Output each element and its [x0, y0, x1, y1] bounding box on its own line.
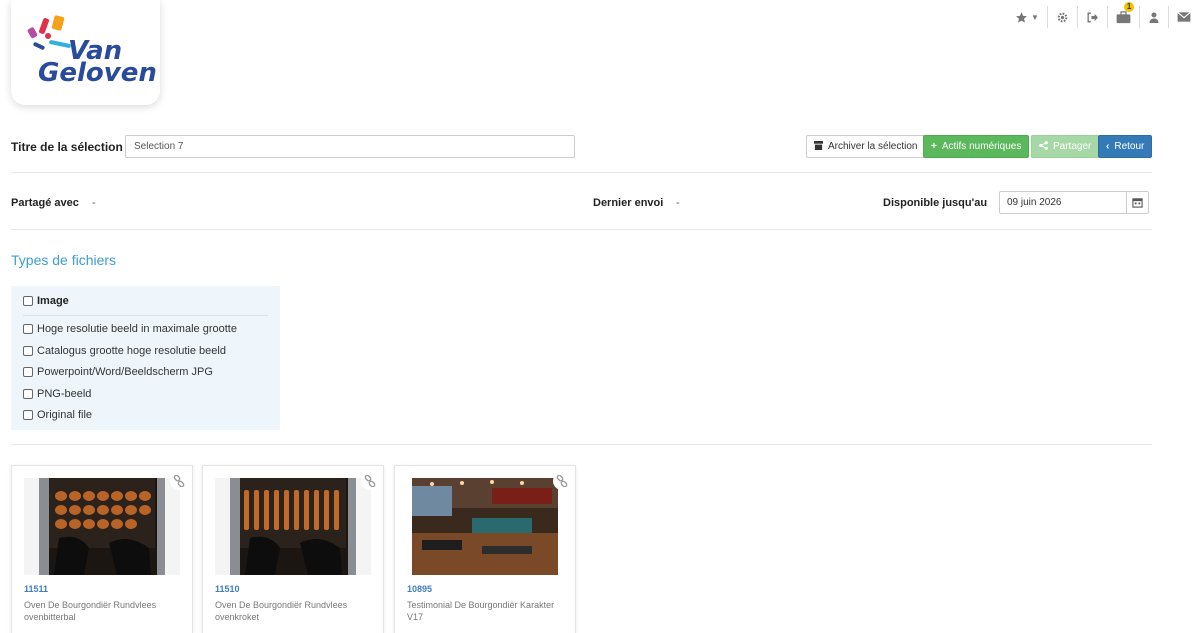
back-button[interactable]: ‹ Retour	[1098, 135, 1153, 158]
basket-button[interactable]: 1	[1106, 2, 1139, 28]
checkbox[interactable]	[23, 410, 33, 420]
divider	[11, 229, 1152, 230]
last-sent-value: -	[676, 197, 680, 209]
plus-icon: +	[931, 141, 937, 152]
asset-title: Oven De Bourgondiër Rundvlees ovenbitter…	[24, 600, 157, 622]
checkbox[interactable]	[23, 389, 33, 399]
file-type-option-label: Powerpoint/Word/Beeldscherm JPG	[37, 366, 213, 378]
shared-with-label: Partagé avec	[11, 197, 79, 209]
link-icon[interactable]	[170, 472, 188, 490]
chevron-down-icon: ▼	[1031, 12, 1039, 22]
file-types-panel: Image Hoge resolutie beeld in maximale g…	[11, 286, 280, 430]
favorites-menu[interactable]: ▼	[1007, 6, 1047, 28]
settings-button[interactable]	[1046, 6, 1077, 28]
asset-card[interactable]: 11511 Oven De Bourgondiër Rundvlees oven…	[11, 465, 193, 633]
gear-icon	[1057, 12, 1068, 22]
asset-thumbnail[interactable]	[215, 478, 371, 575]
file-types-heading: Types de fichiers	[11, 252, 117, 268]
share-button[interactable]: Partager	[1031, 135, 1100, 158]
last-sent-label: Dernier envoi	[593, 197, 664, 209]
checkbox[interactable]	[23, 367, 33, 377]
oven-photo	[39, 478, 165, 575]
available-until-input[interactable]: 09 juin 2026	[999, 191, 1149, 214]
logo-line-2: Geloven	[38, 58, 157, 88]
share-label: Partager	[1053, 141, 1092, 152]
asset-card[interactable]: 10895 Testimonial De Bourgondiër Karakte…	[394, 465, 576, 633]
shared-with-value: -	[92, 197, 96, 209]
logo-wordmark: Van Geloven	[38, 38, 157, 86]
file-type-option[interactable]: Original file	[23, 409, 92, 421]
checkbox[interactable]	[23, 346, 33, 356]
restaurant-photo	[412, 478, 558, 575]
share-icon	[1039, 140, 1048, 153]
asset-id[interactable]: 10895	[407, 584, 432, 594]
checkbox[interactable]	[23, 296, 33, 306]
oven-photo	[230, 478, 356, 575]
basket-count-badge: 1	[1123, 2, 1135, 12]
divider	[11, 444, 1152, 445]
back-label: Retour	[1114, 141, 1145, 152]
available-until-value: 09 juin 2026	[1007, 197, 1062, 208]
user-icon	[1149, 12, 1159, 23]
digital-assets-button[interactable]: + Actifs numériques	[923, 135, 1030, 158]
profile-button[interactable]	[1138, 6, 1168, 28]
file-type-option[interactable]: Hoge resolutie beeld in maximale grootte	[23, 323, 237, 335]
messages-button[interactable]	[1167, 6, 1199, 28]
asset-id[interactable]: 11510	[215, 584, 240, 594]
chevron-left-icon: ‹	[1106, 141, 1110, 152]
file-type-option[interactable]: Powerpoint/Word/Beeldscherm JPG	[23, 366, 213, 378]
selection-title-label: Titre de la sélection	[11, 140, 123, 154]
brand-logo[interactable]: Van Geloven	[11, 0, 160, 105]
archive-selection-button[interactable]: Archiver la sélection	[806, 135, 926, 158]
selection-title-input[interactable]: Selection 7	[125, 135, 575, 158]
star-icon	[1016, 11, 1027, 23]
divider	[11, 172, 1152, 173]
briefcase-icon	[1116, 10, 1131, 23]
asset-id[interactable]: 11511	[24, 584, 48, 594]
logout-icon	[1087, 11, 1098, 23]
logout-button[interactable]	[1076, 6, 1107, 28]
asset-thumbnail[interactable]	[407, 478, 563, 575]
calendar-icon[interactable]	[1126, 192, 1148, 213]
file-type-option-label: Original file	[37, 409, 93, 421]
digital-assets-label: Actifs numériques	[941, 141, 1022, 152]
image-group-checkbox[interactable]: Image	[23, 295, 69, 307]
checkbox[interactable]	[23, 324, 33, 334]
available-until-label: Disponible jusqu'au	[883, 197, 988, 209]
top-toolbar: ▼ 1	[1007, 2, 1199, 28]
file-type-option-label: Hoge resolutie beeld in maximale grootte	[37, 323, 237, 335]
asset-title: Oven De Bourgondiër Rundvlees ovenkroket	[215, 600, 348, 622]
image-group-label: Image	[37, 295, 69, 307]
envelope-icon	[1177, 11, 1191, 22]
asset-title: Testimonial De Bourgondiër Karakter V17	[407, 600, 555, 622]
file-type-option-label: Catalogus grootte hoge resolutie beeld	[37, 345, 226, 357]
file-type-option-label: PNG-beeld	[37, 388, 92, 400]
asset-card[interactable]: 11510 Oven De Bourgondiër Rundvlees oven…	[202, 465, 384, 633]
link-icon[interactable]	[553, 472, 571, 490]
file-type-option[interactable]: PNG-beeld	[23, 388, 91, 400]
file-type-option[interactable]: Catalogus grootte hoge resolutie beeld	[23, 345, 226, 357]
divider	[23, 315, 268, 316]
archive-selection-label: Archiver la sélection	[828, 141, 918, 152]
archive-icon	[814, 140, 823, 153]
asset-thumbnail[interactable]	[24, 478, 180, 575]
link-icon[interactable]	[361, 472, 379, 490]
